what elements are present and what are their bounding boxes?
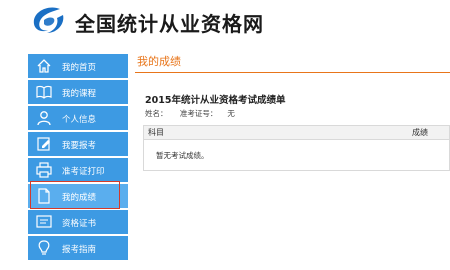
- sidebar-item-certificate[interactable]: 资格证书: [28, 210, 128, 234]
- printer-icon: [36, 162, 52, 178]
- book-icon: [36, 85, 52, 99]
- certificate-icon: [36, 215, 52, 228]
- sidebar-item-label: 个人信息: [62, 115, 97, 125]
- tab-my-scores[interactable]: 我的成绩: [135, 54, 450, 72]
- site-logo-icon[interactable]: [30, 6, 66, 36]
- sidebar-item-label: 报考指南: [62, 245, 97, 255]
- user-icon: [37, 111, 51, 126]
- sidebar-item-label: 我的成绩: [62, 193, 97, 203]
- sidebar-item-label: 我的首页: [62, 63, 97, 73]
- sidebar-item-label: 我要报考: [62, 141, 97, 151]
- header: 全国统计从业资格网: [0, 0, 450, 50]
- column-header-score: 成绩: [412, 128, 428, 137]
- sidebar-item-label: 我的课程: [62, 89, 97, 99]
- home-icon: [37, 59, 51, 73]
- sidebar-item-register[interactable]: 我要报考: [28, 132, 128, 156]
- ticket-label: 准考证号： 无: [180, 109, 245, 118]
- sidebar-item-exam-guide[interactable]: 报考指南: [28, 236, 128, 260]
- edit-icon: [37, 137, 50, 151]
- sidebar-nav: 我的首页 我的课程 个人信息 我要报考 准考证打印 我的成绩 资格证书 报考指南: [28, 54, 128, 262]
- main-content: 我的成绩 2015年统计从业资格考试成绩单 姓名： 准考证号： 无 科目 成绩 暂…: [135, 54, 450, 171]
- sidebar-item-home[interactable]: 我的首页: [28, 54, 128, 78]
- column-header-subject: 科目: [148, 128, 164, 137]
- scores-table: 科目 成绩 暂无考试成绩。: [143, 125, 450, 171]
- tab-underline: [135, 72, 450, 73]
- document-icon: [38, 188, 50, 204]
- sidebar-item-admission-print[interactable]: 准考证打印: [28, 158, 128, 182]
- ticket-value: 无: [227, 109, 235, 118]
- sidebar-item-courses[interactable]: 我的课程: [28, 80, 128, 104]
- table-header: 科目 成绩: [144, 126, 449, 140]
- ticket-label-text: 准考证号：: [179, 109, 218, 118]
- report-title: 2015年统计从业资格考试成绩单: [145, 95, 286, 106]
- sidebar-item-label: 资格证书: [62, 219, 97, 229]
- site-title: 全国统计从业资格网: [75, 12, 264, 36]
- lightbulb-icon: [38, 240, 50, 255]
- candidate-info: 姓名： 准考证号： 无: [145, 108, 255, 119]
- sidebar-item-my-scores[interactable]: 我的成绩: [28, 181, 128, 209]
- name-label: 姓名：: [145, 109, 168, 118]
- table-body: 暂无考试成绩。: [144, 140, 449, 170]
- empty-message: 暂无考试成绩。: [156, 151, 209, 160]
- sidebar-item-profile[interactable]: 个人信息: [28, 106, 128, 130]
- sidebar-item-label: 准考证打印: [62, 167, 105, 177]
